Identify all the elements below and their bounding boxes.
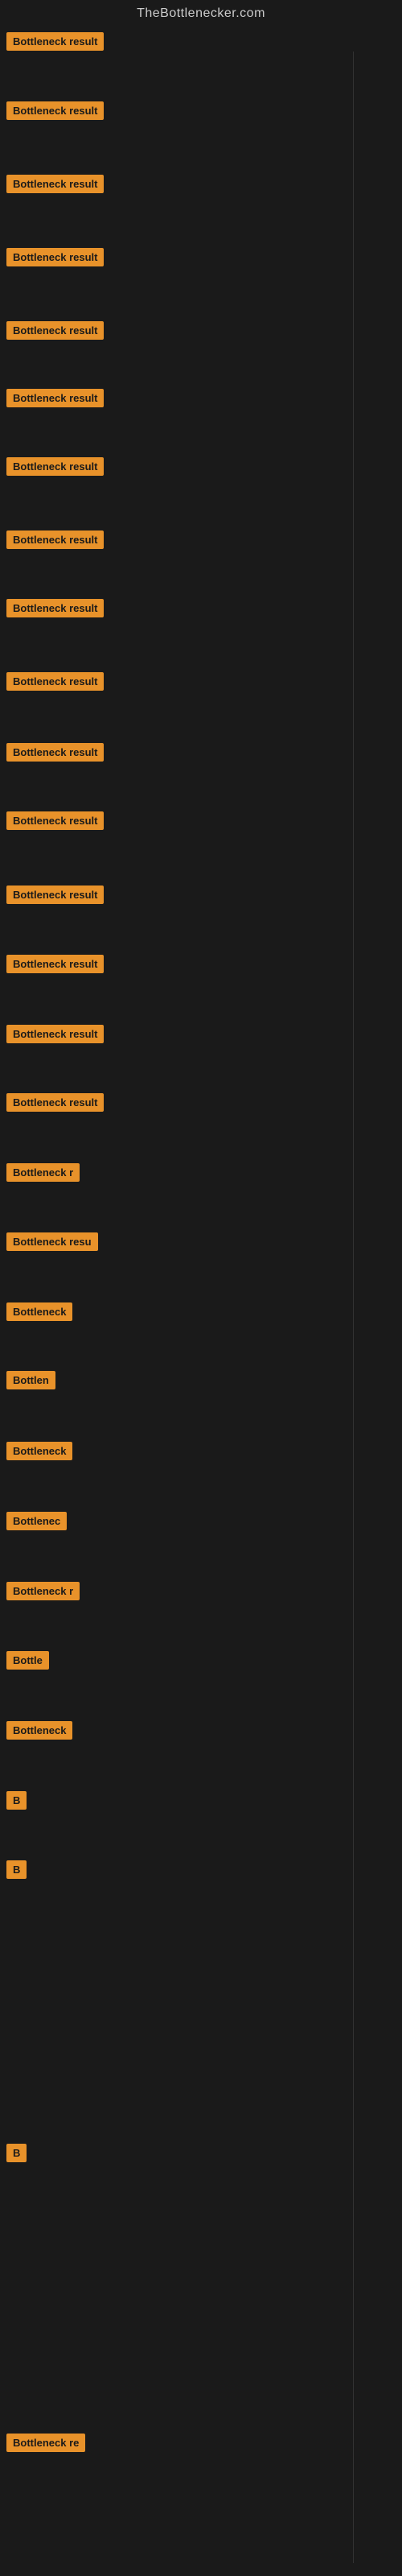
list-item: Bottleneck result <box>3 1020 107 1052</box>
list-item: B <box>3 1786 30 1818</box>
bottleneck-result-badge: Bottleneck result <box>6 1093 104 1112</box>
list-item: Bottleneck resu <box>3 1228 101 1260</box>
bottleneck-result-badge: Bottleneck result <box>6 672 104 691</box>
list-item: Bottleneck result <box>3 881 107 913</box>
list-item: Bottleneck re <box>3 2429 88 2461</box>
list-item: Bottlen <box>3 1366 59 1398</box>
bottleneck-result-badge: Bottleneck re <box>6 2434 85 2452</box>
bottleneck-result-badge: Bottleneck <box>6 1302 72 1321</box>
bottleneck-result-badge: Bottleneck result <box>6 886 104 904</box>
list-item: B <box>3 2139 30 2171</box>
chart-line <box>353 52 354 2563</box>
bottleneck-result-badge: Bottleneck result <box>6 530 104 549</box>
bottleneck-result-badge: B <box>6 2144 27 2162</box>
bottleneck-result-badge: Bottleneck r <box>6 1582 80 1600</box>
bottleneck-result-badge: Bottle <box>6 1651 49 1670</box>
bottleneck-result-badge: Bottleneck result <box>6 32 104 51</box>
list-item: Bottleneck result <box>3 452 107 485</box>
list-item: Bottleneck <box>3 1716 76 1748</box>
bottleneck-result-badge: B <box>6 1791 27 1810</box>
list-item: Bottleneck result <box>3 243 107 275</box>
bottleneck-result-badge: Bottleneck r <box>6 1163 80 1182</box>
list-item: Bottleneck result <box>3 1088 107 1121</box>
list-item: Bottleneck result <box>3 950 107 982</box>
bottleneck-result-badge: Bottleneck result <box>6 321 104 340</box>
bottleneck-result-badge: Bottleneck result <box>6 599 104 617</box>
site-title: TheBottlenecker.com <box>0 0 402 27</box>
bottleneck-result-badge: Bottleneck result <box>6 101 104 120</box>
results-container: Bottleneck result Bottleneck result Bottle… <box>0 27 402 2563</box>
bottleneck-result-badge: Bottlenec <box>6 1512 67 1530</box>
list-item: Bottleneck result <box>3 170 107 202</box>
list-item: Bottleneck <box>3 1298 76 1330</box>
bottleneck-result-badge: Bottleneck <box>6 1442 72 1460</box>
bottleneck-result-badge: Bottleneck result <box>6 811 104 830</box>
list-item: Bottleneck result <box>3 738 107 770</box>
list-item: B <box>3 1856 30 1888</box>
bottleneck-result-badge: Bottleneck result <box>6 248 104 266</box>
list-item: Bottleneck result <box>3 384 107 416</box>
list-item: Bottleneck result <box>3 594 107 626</box>
bottleneck-result-badge: Bottleneck result <box>6 1025 104 1043</box>
bottleneck-result-badge: Bottleneck result <box>6 457 104 476</box>
bottleneck-result-badge: Bottleneck result <box>6 743 104 762</box>
bottleneck-result-badge: Bottleneck result <box>6 955 104 973</box>
list-item: Bottleneck result <box>3 526 107 558</box>
list-item: Bottle <box>3 1646 52 1678</box>
list-item: Bottleneck result <box>3 27 107 60</box>
bottleneck-result-badge: Bottleneck result <box>6 175 104 193</box>
list-item: Bottleneck result <box>3 807 107 839</box>
bottleneck-result-badge: Bottleneck <box>6 1721 72 1740</box>
list-item: Bottlenec <box>3 1507 70 1539</box>
bottleneck-result-badge: Bottleneck result <box>6 389 104 407</box>
bottleneck-result-badge: Bottlen <box>6 1371 55 1389</box>
bottleneck-result-badge: Bottleneck resu <box>6 1232 98 1251</box>
list-item: Bottleneck result <box>3 667 107 700</box>
list-item: Bottleneck r <box>3 1577 83 1609</box>
list-item: Bottleneck result <box>3 316 107 349</box>
list-item: Bottleneck result <box>3 97 107 129</box>
list-item: Bottleneck <box>3 1437 76 1469</box>
list-item: Bottleneck r <box>3 1158 83 1191</box>
bottleneck-result-badge: B <box>6 1860 27 1879</box>
site-header: TheBottlenecker.com <box>0 0 402 27</box>
